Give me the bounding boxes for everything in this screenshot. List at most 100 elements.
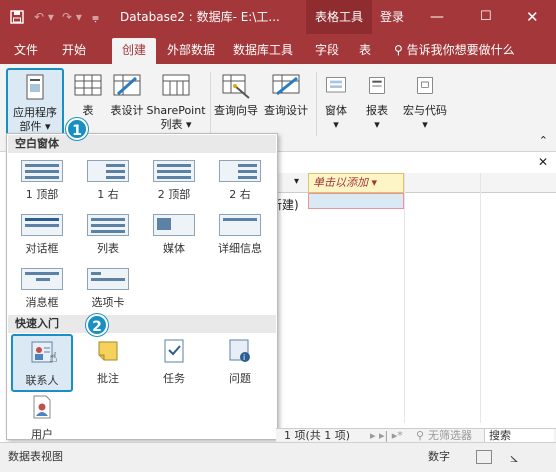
context-tab-label: 表格工具	[306, 0, 372, 34]
active-cell[interactable]	[308, 193, 404, 209]
tab-file[interactable]: 文件	[4, 38, 48, 64]
gallery-item-dialog[interactable]: 对话框	[11, 210, 73, 255]
tab-database-tools[interactable]: 数据库工具	[228, 38, 298, 64]
tab-create[interactable]: 创建	[112, 38, 156, 64]
qat-customize-icon[interactable]: ⩦	[92, 0, 99, 34]
tab-home[interactable]: 开始	[52, 38, 96, 64]
search-icon: ⚲	[394, 43, 403, 57]
gallery-item-label: 列表	[97, 242, 119, 255]
form-layout-icon	[21, 268, 63, 290]
gallery-item-list[interactable]: 列表	[77, 210, 139, 255]
filter-status[interactable]: 无筛选器	[428, 429, 472, 442]
quick-start-issues[interactable]: i 问题	[209, 334, 271, 392]
grid-line	[480, 173, 481, 423]
gallery-item-label: 消息框	[25, 296, 59, 309]
form-layout-icon	[21, 214, 63, 236]
query-wizard-label: 查询向导	[214, 104, 258, 117]
gallery-item-label: 对话框	[25, 242, 59, 255]
callout-badge-2: 2	[86, 314, 108, 336]
gallery-item-1-right[interactable]: 1 右	[77, 156, 139, 201]
sharepoint-list-label: SharePoint 列表 ▾	[146, 104, 206, 131]
record-position-text: 1 项(共 1 项)	[284, 429, 351, 442]
form-layout-icon	[21, 160, 63, 182]
gallery-item-label: 选项卡	[91, 296, 125, 309]
datasheet-view-icon[interactable]	[476, 450, 492, 464]
design-view-icon[interactable]: ⦣	[510, 444, 518, 472]
mouse-cursor-icon: ☝	[49, 350, 58, 366]
table-icon	[74, 74, 102, 96]
tell-me-text: 告诉我你想要做什么	[406, 43, 515, 57]
tab-fields[interactable]: 字段	[310, 38, 344, 64]
click-to-add-header[interactable]: 单击以添加 ▾	[308, 173, 404, 193]
quick-start-contacts[interactable]: 联系人 ☝	[11, 334, 73, 392]
filter-icon[interactable]: ⚲	[416, 429, 424, 442]
quick-start-label: 任务	[163, 372, 185, 385]
form-layout-icon	[219, 214, 261, 236]
save-icon[interactable]	[10, 0, 24, 34]
tab-external-data[interactable]: 外部数据	[160, 38, 222, 64]
maximize-button[interactable]: ☐	[480, 0, 492, 34]
column-dropdown-icon[interactable]: ▾	[294, 176, 299, 187]
callout-badge-1: 1	[66, 118, 88, 140]
tab-table[interactable]: 表	[350, 38, 380, 64]
app-parts-icon	[26, 74, 44, 100]
report-icon	[369, 77, 385, 94]
gallery-item-label: 详细信息	[218, 242, 262, 255]
quick-start-label: 批注	[97, 372, 119, 385]
form-layout-icon	[87, 214, 129, 236]
form-layout-icon	[153, 160, 195, 182]
gallery-item-tabs[interactable]: 选项卡	[77, 264, 139, 309]
close-object-icon[interactable]: ✕	[538, 155, 548, 169]
quick-start-label: 用户	[31, 428, 53, 441]
gallery-item-label: 1 右	[97, 188, 119, 201]
gallery-item-label: 2 右	[229, 188, 251, 201]
record-navigation-bar: 1 项(共 1 项) ▸ ▸| ▸* ⚲ 无筛选器 搜索	[276, 428, 556, 442]
quick-start-users[interactable]: 用户	[11, 390, 73, 441]
macros-code-button[interactable]: 宏与代码 ▾	[398, 68, 452, 144]
gallery-item-media[interactable]: 媒体	[143, 210, 205, 255]
title-bar: ↶ ▾ ↷ ▾ ⩦ Database2 : 数据库- E:\工... 表格工具 …	[0, 0, 556, 34]
record-nav-buttons[interactable]: ▸ ▸| ▸*	[370, 429, 403, 442]
grid-line	[404, 173, 405, 423]
gallery-item-1-top[interactable]: 1 顶部	[11, 156, 73, 201]
gallery-item-2-top[interactable]: 2 顶部	[143, 156, 205, 201]
ribbon-tabs: 文件 开始 创建 外部数据 数据库工具 字段 表 ⚲ 告诉我你想要做什么	[0, 34, 556, 64]
svg-text:i: i	[243, 353, 245, 362]
numlock-status: 数字	[428, 450, 450, 463]
form-layout-icon	[153, 214, 195, 236]
search-box[interactable]: 搜索	[484, 429, 554, 442]
minimize-button[interactable]: —	[430, 0, 444, 34]
quick-start-label: 联系人	[25, 374, 59, 387]
quick-start-header: 快速入门	[8, 315, 276, 333]
close-button[interactable]: ✕	[526, 0, 539, 34]
form-layout-icon	[87, 160, 129, 182]
gallery-item-label: 2 顶部	[157, 188, 191, 201]
quick-start-tasks[interactable]: 任务	[143, 334, 205, 392]
form-label: 窗体	[325, 104, 347, 117]
app-parts-label: 应用程序 部件 ▾	[13, 106, 57, 133]
click-to-add-label: 单击以添加	[313, 176, 368, 189]
login-link[interactable]: 登录	[380, 0, 404, 34]
form-icon	[326, 77, 346, 93]
gallery-item-message-box[interactable]: 消息框	[11, 264, 73, 309]
tell-me-box[interactable]: ⚲ 告诉我你想要做什么	[394, 38, 534, 64]
issues-icon: i	[229, 339, 250, 362]
macros-code-icon	[417, 77, 433, 94]
redo-icon[interactable]: ↷ ▾	[62, 0, 82, 34]
gallery-item-details[interactable]: 详细信息	[209, 210, 271, 255]
quick-start-comments[interactable]: 批注	[77, 334, 139, 392]
view-status: 数据表视图	[8, 450, 63, 463]
query-design-icon	[272, 74, 300, 96]
form-button[interactable]: 窗体 ▾	[320, 68, 352, 144]
collapse-ribbon-icon[interactable]: ⌃	[539, 134, 548, 147]
comments-icon	[98, 341, 118, 361]
blank-forms-header: 空白窗体	[8, 135, 276, 153]
form-layout-icon	[87, 268, 129, 290]
undo-icon[interactable]: ↶ ▾	[34, 0, 54, 34]
status-bar: 数据表视图 数字 ⦣	[0, 442, 556, 472]
report-button[interactable]: 报表 ▾	[360, 68, 394, 144]
gallery-item-label: 1 顶部	[25, 188, 59, 201]
gallery-item-2-right[interactable]: 2 右	[209, 156, 271, 201]
ribbon-separator	[316, 72, 317, 136]
window-title: Database2 : 数据库- E:\工...	[120, 10, 280, 24]
